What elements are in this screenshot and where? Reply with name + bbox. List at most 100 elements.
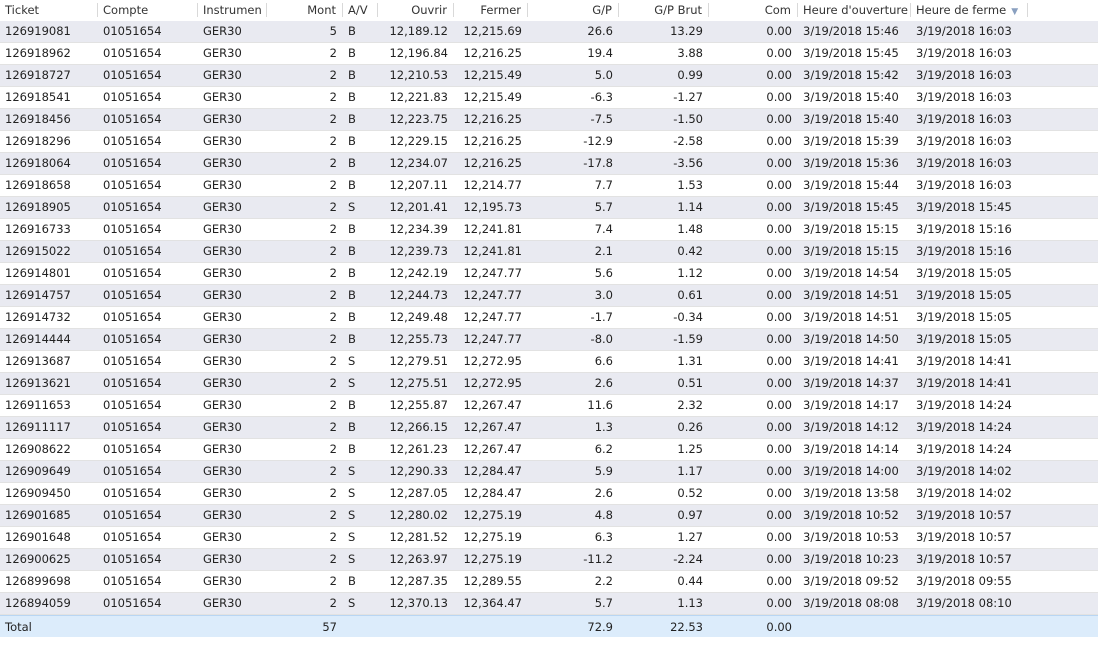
grid-body: 126919081 01051654 GER30 5 B 12,189.12 12,215.… [0,21,1098,615]
cell-pl: 26.6 [587,24,613,38]
cell-instrument: GER30 [203,200,242,214]
cell-account: 01051654 [103,310,162,324]
cell-account: 01051654 [103,266,162,280]
cell-commission: 0.00 [766,112,792,126]
table-row[interactable]: 126918541 01051654 GER30 2 B 12,221.83 12,215.… [0,87,1098,109]
cell-account: 01051654 [103,90,162,104]
cell-close-time: 3/19/2018 15:16 [916,244,1012,258]
header-open-price[interactable]: Ouvrir [378,3,454,17]
cell-pl: 5.9 [594,464,613,478]
table-row[interactable]: 126901648 01051654 GER30 2 S 12,281.52 12,275.… [0,527,1098,549]
header-side[interactable]: A/V [343,3,378,17]
header-amount[interactable]: Mont [267,3,343,17]
cell-side: B [348,134,356,148]
table-row[interactable]: 126909649 01051654 GER30 2 S 12,290.33 12,284.… [0,461,1098,483]
table-row[interactable]: 126900625 01051654 GER30 2 S 12,263.97 12,275.… [0,549,1098,571]
table-row[interactable]: 126918064 01051654 GER30 2 B 12,234.07 12,216.… [0,153,1098,175]
cell-ticket: 126918064 [5,156,71,170]
cell-account: 01051654 [103,134,162,148]
cell-pl-gross: -0.34 [673,310,703,324]
cell-open-price: 12,234.39 [389,222,448,236]
cell-commission: 0.00 [766,24,792,38]
cell-pl-gross: 1.53 [677,178,703,192]
cell-close-time: 3/19/2018 16:03 [916,112,1012,126]
table-row[interactable]: 126908622 01051654 GER30 2 B 12,261.23 12,267.… [0,439,1098,461]
table-row[interactable]: 126916733 01051654 GER30 2 B 12,234.39 12,241.… [0,219,1098,241]
table-row[interactable]: 126918296 01051654 GER30 2 B 12,229.15 12,216.… [0,131,1098,153]
cell-open-price: 12,266.15 [389,420,448,434]
cell-close-time: 3/19/2018 15:45 [916,200,1012,214]
cell-open-time: 3/19/2018 15:40 [803,112,899,126]
cell-open-time: 3/19/2018 14:54 [803,266,899,280]
cell-side: B [348,178,356,192]
table-row[interactable]: 126914801 01051654 GER30 2 B 12,242.19 12,247.… [0,263,1098,285]
cell-ticket: 126894059 [5,596,71,610]
cell-amount: 2 [329,398,337,412]
cell-instrument: GER30 [203,266,242,280]
table-row[interactable]: 126915022 01051654 GER30 2 B 12,239.73 12,241.… [0,241,1098,263]
header-close-price[interactable]: Fermer [454,3,528,17]
cell-account: 01051654 [103,288,162,302]
header-close-time[interactable]: Heure de ferme ▼ [911,3,1028,17]
cell-commission: 0.00 [766,178,792,192]
cell-close-time: 3/19/2018 16:03 [916,68,1012,82]
table-row[interactable]: 126918456 01051654 GER30 2 B 12,223.75 12,216.… [0,109,1098,131]
cell-commission: 0.00 [766,332,792,346]
cell-commission: 0.00 [766,244,792,258]
header-commission[interactable]: Com [709,3,798,17]
table-row[interactable]: 126919081 01051654 GER30 5 B 12,189.12 12,215.… [0,21,1098,43]
cell-ticket: 126918962 [5,46,71,60]
table-row[interactable]: 126918658 01051654 GER30 2 B 12,207.11 12,214.… [0,175,1098,197]
cell-amount: 2 [329,530,337,544]
table-row[interactable]: 126913687 01051654 GER30 2 S 12,279.51 12,272.… [0,351,1098,373]
header-open-time[interactable]: Heure d'ouverture [798,3,911,17]
cell-close-price: 12,215.49 [463,90,522,104]
cell-close-time: 3/19/2018 14:41 [916,376,1012,390]
cell-open-price: 12,223.75 [389,112,448,126]
cell-open-price: 12,279.51 [389,354,448,368]
table-row[interactable]: 126911653 01051654 GER30 2 B 12,255.87 12,267.… [0,395,1098,417]
cell-pl: -8.0 [590,332,613,346]
cell-close-time: 3/19/2018 15:05 [916,266,1012,280]
table-row[interactable]: 126913621 01051654 GER30 2 S 12,275.51 12,272.… [0,373,1098,395]
table-row[interactable]: 126894059 01051654 GER30 2 S 12,370.13 12,364.… [0,593,1098,615]
table-row[interactable]: 126918905 01051654 GER30 2 S 12,201.41 12,195.… [0,197,1098,219]
table-row[interactable]: 126914444 01051654 GER30 2 B 12,255.73 12,247.… [0,329,1098,351]
cell-amount: 2 [329,376,337,390]
total-commission: 0.00 [766,620,792,634]
cell-close-price: 12,216.25 [463,134,522,148]
cell-pl-gross: -3.56 [673,156,703,170]
cell-pl-gross: 1.13 [677,596,703,610]
cell-amount: 5 [329,24,337,38]
cell-instrument: GER30 [203,530,242,544]
cell-close-price: 12,272.95 [463,376,522,390]
cell-open-price: 12,239.73 [389,244,448,258]
table-row[interactable]: 126909450 01051654 GER30 2 S 12,287.05 12,284.… [0,483,1098,505]
cell-pl-gross: 1.27 [677,530,703,544]
table-row[interactable]: 126899698 01051654 GER30 2 B 12,287.35 12,289.… [0,571,1098,593]
cell-close-time: 3/19/2018 15:05 [916,288,1012,302]
cell-commission: 0.00 [766,46,792,60]
table-row[interactable]: 126918962 01051654 GER30 2 B 12,196.84 12,216.… [0,43,1098,65]
cell-close-time: 3/19/2018 15:05 [916,332,1012,346]
cell-account: 01051654 [103,46,162,60]
cell-close-price: 12,284.47 [463,486,522,500]
header-account[interactable]: Compte [98,3,198,17]
header-instrument[interactable]: Instrumen [198,3,267,17]
cell-amount: 2 [329,574,337,588]
table-row[interactable]: 126918727 01051654 GER30 2 B 12,210.53 12,215.… [0,65,1098,87]
cell-account: 01051654 [103,530,162,544]
cell-open-time: 3/19/2018 15:15 [803,244,899,258]
cell-open-time: 3/19/2018 14:14 [803,442,899,456]
cell-instrument: GER30 [203,508,242,522]
header-ticket[interactable]: Ticket [0,3,98,17]
table-row[interactable]: 126911117 01051654 GER30 2 B 12,266.15 12,267.… [0,417,1098,439]
sort-desc-icon: ▼ [1011,7,1019,17]
table-row[interactable]: 126901685 01051654 GER30 2 S 12,280.02 12,275.… [0,505,1098,527]
cell-pl: 2.6 [594,486,613,500]
table-row[interactable]: 126914732 01051654 GER30 2 B 12,249.48 12,247.… [0,307,1098,329]
header-pl[interactable]: G/P [528,3,619,17]
header-pl-gross[interactable]: G/P Brut [619,3,709,17]
cell-close-time: 3/19/2018 09:55 [916,574,1012,588]
table-row[interactable]: 126914757 01051654 GER30 2 B 12,244.73 12,247.… [0,285,1098,307]
